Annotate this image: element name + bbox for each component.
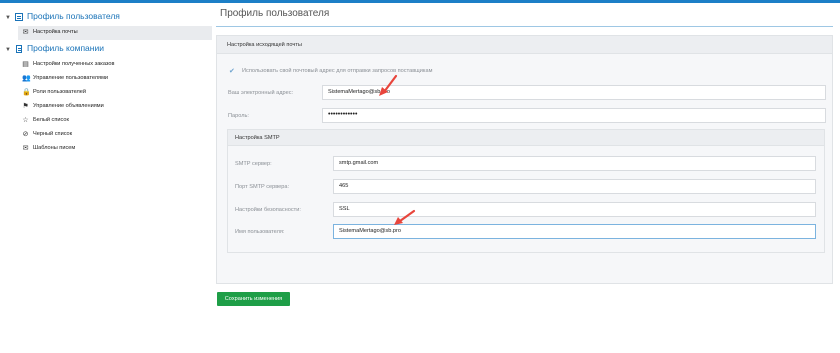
sidebar-item[interactable]: ✉ Шаблоны писем bbox=[0, 142, 212, 156]
security-label: Настройки безопасности: bbox=[235, 207, 301, 213]
save-changes-button[interactable]: Сохранить изменения bbox=[217, 292, 290, 306]
sidebar-section-company-profile[interactable]: ▼ Профиль компании bbox=[0, 43, 212, 56]
checkmark-icon[interactable]: ✔ bbox=[229, 67, 239, 75]
sidebar-item-label: Белый список bbox=[33, 117, 69, 123]
sidebar: ▼ Профиль пользователя ✉ Настройка почты … bbox=[0, 8, 212, 156]
sidebar-item[interactable]: ☆ Белый список bbox=[0, 114, 212, 128]
username-label: Имя пользователя: bbox=[235, 229, 285, 235]
star-icon: ☆ bbox=[22, 117, 29, 124]
use-own-email-checkbox[interactable]: ✔ Использовать свой почтовый адрес для о… bbox=[229, 67, 432, 75]
sidebar-item[interactable]: 👥 Управление пользователями bbox=[0, 72, 212, 86]
top-accent-bar bbox=[0, 0, 840, 3]
profile-card-icon bbox=[15, 13, 23, 21]
annotation-arrow-icon bbox=[379, 74, 398, 96]
password-label: Пароль: bbox=[228, 113, 249, 119]
flag-icon: ⚑ bbox=[22, 103, 29, 110]
password-field[interactable]: •••••••••••• bbox=[322, 108, 826, 123]
sidebar-item-label: Шаблоны писем bbox=[33, 145, 76, 151]
sidebar-section-label: Профиль компании bbox=[27, 43, 104, 53]
lock-icon: 🔒 bbox=[22, 89, 31, 96]
email-label: Ваш электронный адрес: bbox=[228, 90, 294, 96]
annotation-arrow-icon bbox=[394, 209, 416, 225]
title-divider bbox=[216, 26, 833, 27]
smtp-section-title: Настройка SMTP bbox=[228, 130, 824, 146]
sidebar-item[interactable]: ✉ Настройка почты bbox=[18, 26, 212, 40]
smtp-server-field[interactable]: smtp.gmail.com bbox=[333, 156, 816, 171]
smtp-port-field[interactable]: 465 bbox=[333, 179, 816, 194]
sidebar-item-label: Черный список bbox=[33, 131, 73, 137]
panel-title: Настройка исходящей почты bbox=[217, 36, 832, 54]
sidebar-item-label: Настройки полученных заказов bbox=[33, 61, 115, 67]
sidebar-item-label: Управление пользователями bbox=[33, 75, 109, 81]
sidebar-item[interactable]: ⊘ Черный список bbox=[0, 128, 212, 142]
outgoing-mail-panel: Настройка исходящей почты ✔ Использовать… bbox=[216, 35, 833, 284]
smtp-settings-section: Настройка SMTP SMTP сервер: smtp.gmail.c… bbox=[227, 129, 825, 253]
use-own-email-label: Использовать свой почтовый адрес для отп… bbox=[242, 68, 433, 74]
smtp-server-label: SMTP сервер: bbox=[235, 161, 272, 167]
caret-down-icon[interactable]: ▼ bbox=[5, 14, 11, 22]
sidebar-item[interactable]: ▤ Настройки полученных заказов bbox=[0, 58, 212, 72]
sidebar-item-label: Роли пользователей bbox=[33, 89, 87, 95]
ban-icon: ⊘ bbox=[22, 131, 29, 138]
inbox-icon: ▤ bbox=[22, 61, 29, 68]
caret-down-icon[interactable]: ▼ bbox=[5, 46, 11, 54]
sidebar-item-label: Настройка почты bbox=[33, 29, 78, 35]
sidebar-section-user-profile[interactable]: ▼ Профиль пользователя bbox=[0, 11, 212, 24]
page-title: Профиль пользователя bbox=[220, 8, 330, 19]
users-icon: 👥 bbox=[22, 75, 31, 82]
envelope-icon: ✉ bbox=[22, 29, 29, 36]
building-icon bbox=[16, 45, 22, 53]
sidebar-section-label: Профиль пользователя bbox=[27, 11, 120, 21]
sidebar-item[interactable]: 🔒 Роли пользователей bbox=[0, 86, 212, 100]
smtp-port-label: Порт SMTP сервера: bbox=[235, 184, 290, 190]
sidebar-item[interactable]: ⚑ Управление объявлениями bbox=[0, 100, 212, 114]
mail-icon: ✉ bbox=[22, 145, 29, 152]
sidebar-item-label: Управление объявлениями bbox=[33, 103, 104, 109]
